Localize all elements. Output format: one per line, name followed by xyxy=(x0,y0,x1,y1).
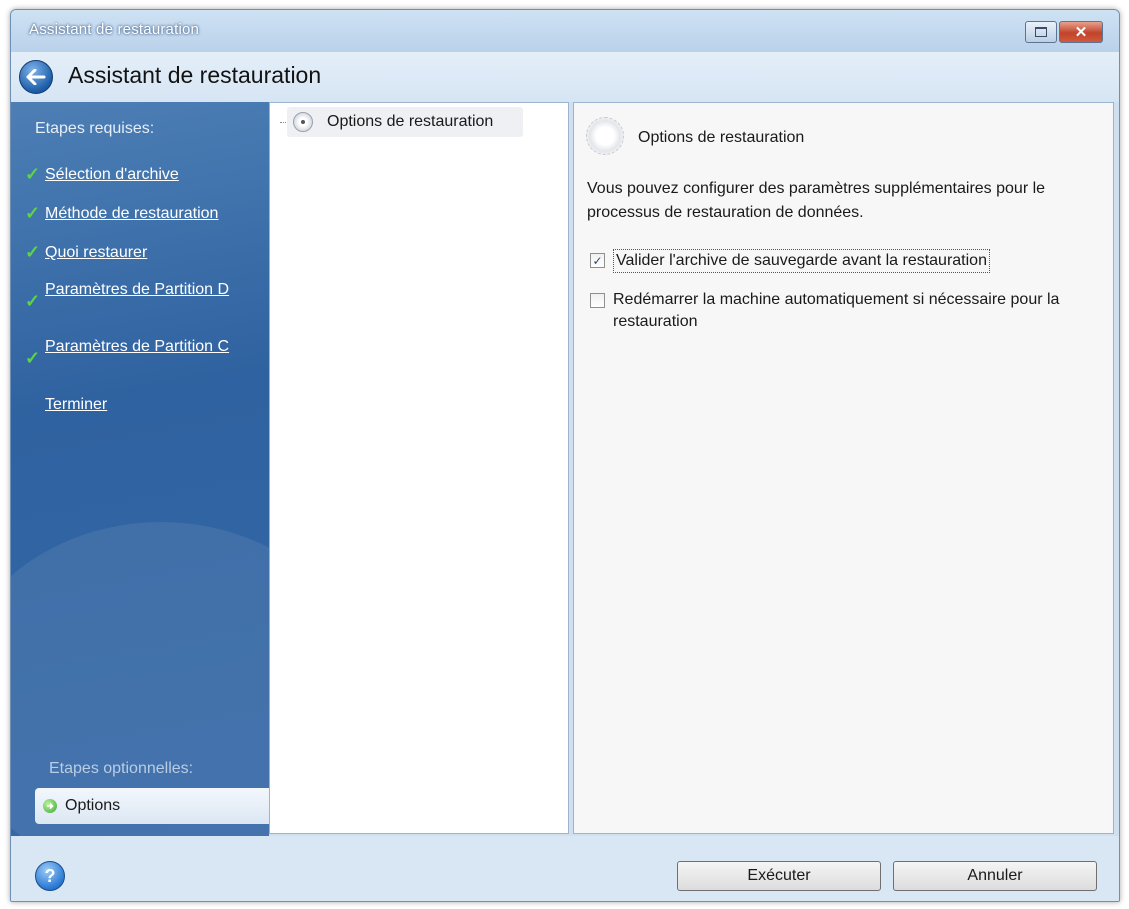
detail-description: Vous pouvez configurer des paramètres su… xyxy=(587,180,1046,221)
detail-title: Options de restauration xyxy=(638,129,805,146)
close-window-button[interactable]: ✕ xyxy=(1059,21,1103,43)
step-label[interactable]: Méthode de restauration xyxy=(45,203,218,225)
cancel-button[interactable]: Annuler xyxy=(893,861,1097,891)
step-label[interactable]: Quoi restaurer xyxy=(45,242,147,264)
sidebar-step-restore-method[interactable]: ✓ Méthode de restauration xyxy=(25,203,265,225)
options-detail-pane: Options de restauration Vous pouvez conf… xyxy=(573,102,1114,834)
steps-sidebar: Etapes requises: ✓ Sélection d'archive ✓… xyxy=(11,102,269,836)
arrow-right-icon xyxy=(43,799,57,813)
sidebar-item-options[interactable]: Options xyxy=(35,788,269,824)
check-icon: ✓ xyxy=(25,242,41,262)
restore-window-button[interactable] xyxy=(1025,21,1057,43)
restore-wizard-window: Assistant de restauration ✕ Assistant de… xyxy=(10,9,1120,902)
gear-icon xyxy=(586,117,624,155)
back-arrow-icon[interactable] xyxy=(19,60,53,94)
step-label[interactable]: Sélection d'archive xyxy=(45,164,179,186)
validate-archive-option[interactable]: ✓ Valider l'archive de sauvegarde avant … xyxy=(590,249,990,273)
step-label[interactable]: Paramètres de Partition C xyxy=(45,336,229,358)
checkbox-label[interactable]: Redémarrer la machine automatiquement si… xyxy=(613,289,1090,333)
optional-steps-heading: Etapes optionnelles: xyxy=(49,760,194,777)
sidebar-step-archive-selection[interactable]: ✓ Sélection d'archive xyxy=(25,164,265,186)
checkbox-label[interactable]: Valider l'archive de sauvegarde avant la… xyxy=(613,249,990,273)
execute-button[interactable]: Exécuter xyxy=(677,861,881,891)
restore-icon xyxy=(1035,27,1047,37)
auto-restart-option[interactable]: Redémarrer la machine automatiquement si… xyxy=(590,289,1090,333)
sidebar-step-what-to-restore[interactable]: ✓ Quoi restaurer xyxy=(25,242,265,264)
sidebar-step-partition-c-settings[interactable]: ✓ Paramètres de Partition C xyxy=(25,336,247,368)
tree-node-label: Options de restauration xyxy=(327,113,494,130)
check-icon: ✓ xyxy=(25,291,41,311)
step-label[interactable]: Terminer xyxy=(45,394,107,416)
check-icon: ✓ xyxy=(25,348,41,368)
sidebar-step-partition-d-settings[interactable]: ✓ Paramètres de Partition D xyxy=(25,279,247,311)
close-icon: ✕ xyxy=(1074,23,1088,41)
auto-restart-checkbox[interactable] xyxy=(590,293,605,308)
title-bar: Assistant de restauration ✕ xyxy=(11,10,1119,52)
help-icon[interactable]: ? xyxy=(35,861,65,891)
disc-icon xyxy=(293,112,313,132)
sidebar-step-finish[interactable]: Terminer xyxy=(25,394,265,416)
wizard-header: Assistant de restauration xyxy=(11,52,1119,102)
step-label[interactable]: Paramètres de Partition D xyxy=(45,279,229,301)
tree-node-restore-options[interactable]: Options de restauration xyxy=(287,107,523,137)
window-title: Assistant de restauration xyxy=(29,21,200,38)
options-tree: Options de restauration xyxy=(269,102,569,834)
button-bar: ? Exécuter Annuler xyxy=(11,836,1119,901)
validate-archive-checkbox[interactable]: ✓ xyxy=(590,253,605,268)
page-title: Assistant de restauration xyxy=(68,62,322,88)
check-icon: ✓ xyxy=(25,203,41,223)
check-icon: ✓ xyxy=(25,164,41,184)
options-label: Options xyxy=(65,797,121,814)
required-steps-heading: Etapes requises: xyxy=(35,120,155,137)
